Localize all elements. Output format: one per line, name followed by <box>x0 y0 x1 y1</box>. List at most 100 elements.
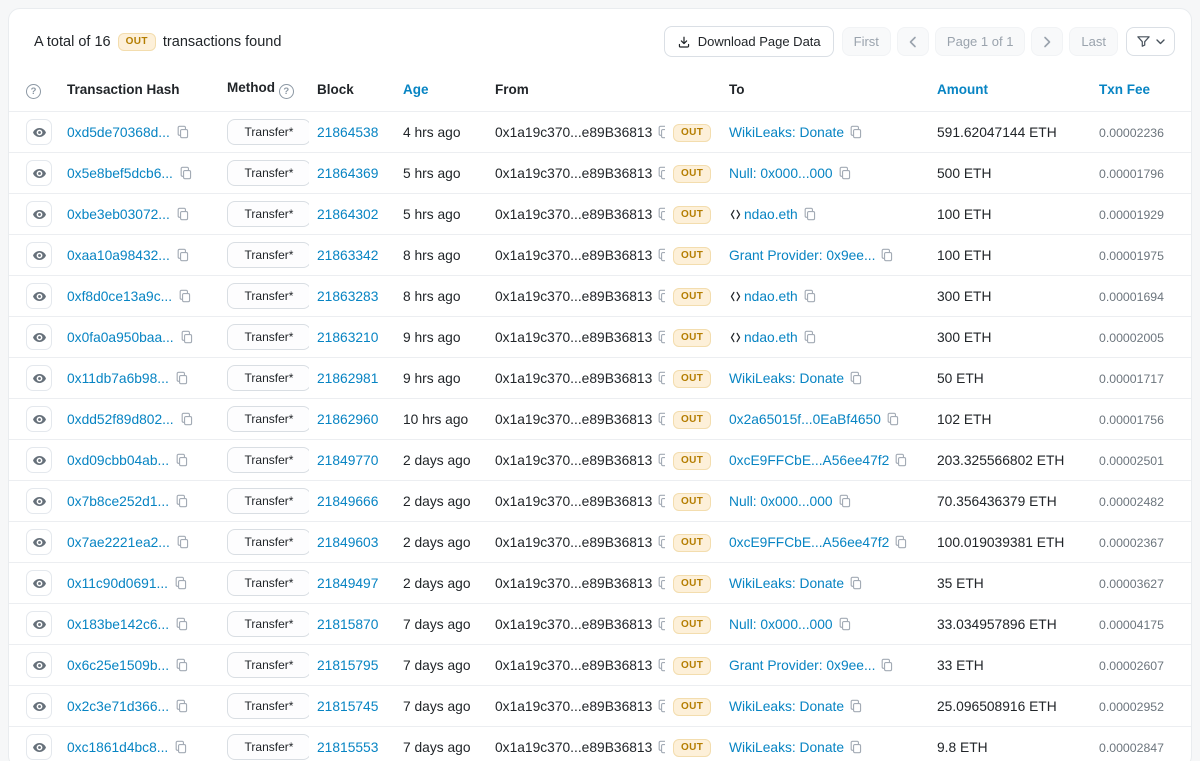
transaction-hash-link[interactable]: 0x11db7a6b98... <box>67 371 169 386</box>
block-link[interactable]: 21815745 <box>317 699 378 714</box>
transaction-hash-link[interactable]: 0xd09cbb04ab... <box>67 453 169 468</box>
pagination-prev-button[interactable] <box>897 27 929 57</box>
copy-from-button[interactable] <box>657 699 665 713</box>
method-button[interactable]: Transfer* <box>227 447 309 473</box>
view-transaction-button[interactable] <box>26 529 52 555</box>
copy-hash-button[interactable] <box>178 289 192 303</box>
view-transaction-button[interactable] <box>26 324 52 350</box>
method-button[interactable]: Transfer* <box>227 324 309 350</box>
to-address-link[interactable]: Null: 0x000...000 <box>729 166 833 181</box>
view-transaction-button[interactable] <box>26 611 52 637</box>
copy-to-button[interactable] <box>803 330 817 344</box>
method-button[interactable]: Transfer* <box>227 652 309 678</box>
transaction-hash-link[interactable]: 0x7b8ce252d1... <box>67 494 169 509</box>
method-button[interactable]: Transfer* <box>227 365 309 391</box>
copy-from-button[interactable] <box>657 494 665 508</box>
to-address-link[interactable]: Grant Provider: 0x9ee... <box>729 248 875 263</box>
copy-to-button[interactable] <box>838 166 852 180</box>
transaction-hash-link[interactable]: 0x0fa0a950baa... <box>67 330 174 345</box>
column-header-fee[interactable]: Txn Fee <box>1091 70 1191 112</box>
copy-from-button[interactable] <box>657 576 665 590</box>
transaction-hash-link[interactable]: 0x5e8bef5dcb6... <box>67 166 173 181</box>
block-link[interactable]: 21862981 <box>317 371 378 386</box>
block-link[interactable]: 21815795 <box>317 658 378 673</box>
copy-hash-button[interactable] <box>176 207 190 221</box>
copy-to-button[interactable] <box>838 494 852 508</box>
block-link[interactable]: 21863283 <box>317 289 378 304</box>
transaction-hash-link[interactable]: 0x11c90d0691... <box>67 576 168 591</box>
to-address-link[interactable]: WikiLeaks: Donate <box>729 740 844 755</box>
method-button[interactable]: Transfer* <box>227 488 309 514</box>
transaction-hash-link[interactable]: 0x7ae2221ea2... <box>67 535 170 550</box>
copy-from-button[interactable] <box>657 330 665 344</box>
copy-from-button[interactable] <box>657 248 665 262</box>
method-button[interactable]: Transfer* <box>227 119 309 145</box>
to-address-link[interactable]: 0x2a65015f...0EaBf4650 <box>729 412 881 427</box>
copy-to-button[interactable] <box>803 207 817 221</box>
copy-from-button[interactable] <box>657 535 665 549</box>
view-transaction-button[interactable] <box>26 734 52 760</box>
copy-to-button[interactable] <box>894 453 908 467</box>
copy-to-button[interactable] <box>849 371 863 385</box>
copy-to-button[interactable] <box>886 412 900 426</box>
to-address-link[interactable]: ndao.eth <box>744 207 798 222</box>
method-button[interactable]: Transfer* <box>227 570 309 596</box>
to-address-link[interactable]: 0xcE9FFCbE...A56ee47f2 <box>729 535 889 550</box>
pagination-next-button[interactable] <box>1031 27 1063 57</box>
copy-to-button[interactable] <box>849 576 863 590</box>
method-button[interactable]: Transfer* <box>227 529 309 555</box>
method-button[interactable]: Transfer* <box>227 693 309 719</box>
block-link[interactable]: 21849666 <box>317 494 378 509</box>
view-transaction-button[interactable] <box>26 283 52 309</box>
view-transaction-button[interactable] <box>26 242 52 268</box>
to-address-link[interactable]: WikiLeaks: Donate <box>729 699 844 714</box>
copy-hash-button[interactable] <box>175 658 189 672</box>
copy-hash-button[interactable] <box>176 248 190 262</box>
copy-to-button[interactable] <box>880 658 894 672</box>
view-transaction-button[interactable] <box>26 570 52 596</box>
transaction-hash-link[interactable]: 0xaa10a98432... <box>67 248 170 263</box>
copy-to-button[interactable] <box>880 248 894 262</box>
method-button[interactable]: Transfer* <box>227 283 309 309</box>
copy-hash-button[interactable] <box>179 166 193 180</box>
transaction-hash-link[interactable]: 0xbe3eb03072... <box>67 207 170 222</box>
transaction-hash-link[interactable]: 0x2c3e71d366... <box>67 699 169 714</box>
block-link[interactable]: 21864302 <box>317 207 378 222</box>
copy-from-button[interactable] <box>657 207 665 221</box>
copy-from-button[interactable] <box>657 740 665 754</box>
copy-from-button[interactable] <box>657 371 665 385</box>
method-button[interactable]: Transfer* <box>227 611 309 637</box>
column-header-age[interactable]: Age <box>395 70 487 112</box>
copy-hash-button[interactable] <box>176 125 190 139</box>
method-button[interactable]: Transfer* <box>227 242 309 268</box>
transaction-hash-link[interactable]: 0xd5de70368d... <box>67 125 170 140</box>
transaction-hash-link[interactable]: 0xdd52f89d802... <box>67 412 174 427</box>
copy-from-button[interactable] <box>657 289 665 303</box>
pagination-first-button[interactable]: First <box>842 27 891 56</box>
copy-to-button[interactable] <box>838 617 852 631</box>
view-transaction-button[interactable] <box>26 652 52 678</box>
to-address-link[interactable]: WikiLeaks: Donate <box>729 125 844 140</box>
copy-hash-button[interactable] <box>180 412 194 426</box>
transaction-hash-link[interactable]: 0x183be142c6... <box>67 617 169 632</box>
block-link[interactable]: 21849770 <box>317 453 378 468</box>
copy-hash-button[interactable] <box>180 330 194 344</box>
view-transaction-button[interactable] <box>26 447 52 473</box>
copy-from-button[interactable] <box>657 658 665 672</box>
copy-from-button[interactable] <box>657 166 665 180</box>
to-address-link[interactable]: WikiLeaks: Donate <box>729 576 844 591</box>
view-transaction-button[interactable] <box>26 201 52 227</box>
copy-to-button[interactable] <box>849 740 863 754</box>
copy-from-button[interactable] <box>657 412 665 426</box>
method-button[interactable]: Transfer* <box>227 734 309 760</box>
transaction-hash-link[interactable]: 0xf8d0ce13a9c... <box>67 289 172 304</box>
transaction-hash-link[interactable]: 0x6c25e1509b... <box>67 658 169 673</box>
method-button[interactable]: Transfer* <box>227 160 309 186</box>
view-transaction-button[interactable] <box>26 488 52 514</box>
transaction-hash-link[interactable]: 0xc1861d4bc8... <box>67 740 168 755</box>
block-link[interactable]: 21815870 <box>317 617 378 632</box>
to-address-link[interactable]: WikiLeaks: Donate <box>729 371 844 386</box>
method-button[interactable]: Transfer* <box>227 406 309 432</box>
block-link[interactable]: 21815553 <box>317 740 378 755</box>
copy-from-button[interactable] <box>657 125 665 139</box>
